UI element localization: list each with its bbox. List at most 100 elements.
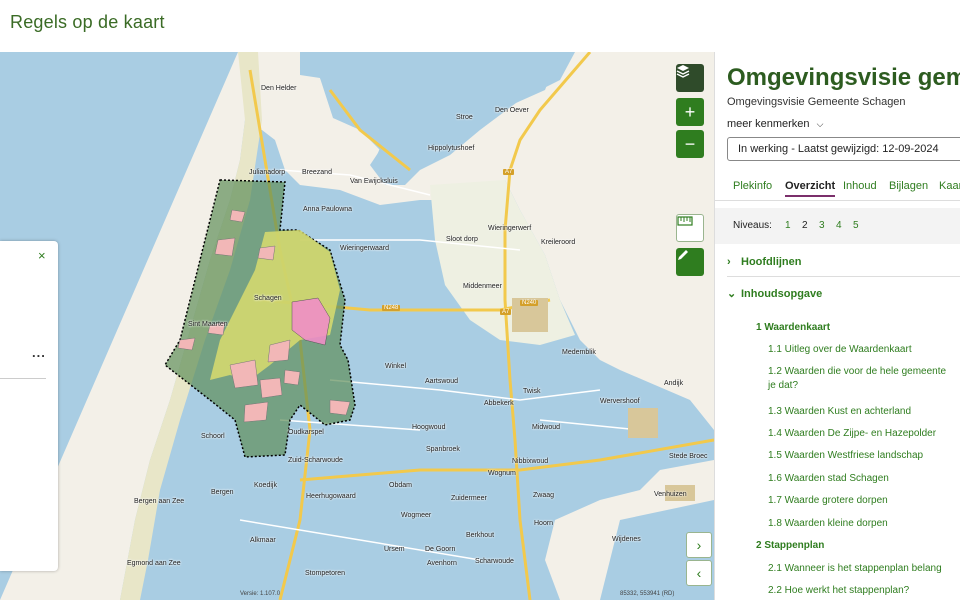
place-label: Venhuizen (654, 491, 687, 498)
divider (727, 276, 960, 277)
next-button[interactable]: › (686, 532, 712, 558)
place-label: Aartswoud (425, 378, 459, 385)
place-label: Bergen (211, 489, 234, 496)
level-4[interactable]: 4 (836, 220, 842, 231)
place-label: Obdam (389, 482, 412, 489)
more-characteristics-label: meer kenmerken (727, 118, 810, 130)
tab-plekinfo[interactable]: Plekinfo (733, 180, 772, 192)
tab-bijlagen[interactable]: Bijlagen (889, 180, 928, 192)
measure-button[interactable] (676, 214, 704, 242)
prev-button[interactable]: ‹ (686, 560, 712, 586)
toc-item[interactable]: 2.2 Hoe werkt het stappenplan? (768, 584, 909, 598)
document-panel: Omgevingsvisie gemeen Omgevingsvisie Gem… (714, 52, 960, 600)
toc-item[interactable]: 2.1 Wanneer is het stappenplan belang (768, 562, 942, 576)
pencil-icon (678, 250, 688, 260)
place-label: Sloot dorp (446, 236, 478, 243)
toc-item[interactable]: 1.4 Waarden De Zijpe- en Hazepolder (768, 427, 936, 441)
toc-item[interactable]: 1.7 Waarde grotere dorpen (768, 494, 888, 508)
chevron-left-icon: ‹ (696, 565, 702, 581)
place-label: Stroe (456, 114, 473, 121)
place-label: Nibbixwoud (512, 458, 549, 465)
place-label: Winkel (385, 363, 407, 370)
toc-heading[interactable]: 2 Stappenplan (756, 540, 824, 551)
level-3[interactable]: 3 (819, 220, 825, 231)
map-viewer[interactable]: Den Helder Stroe Den Oever Hippolytushoe… (0, 52, 714, 600)
place-label: Kreileroord (541, 239, 576, 246)
toc-item[interactable]: 1.1 Uitleg over de Waardenkaart (768, 343, 912, 357)
place-label: Hoorn (534, 520, 554, 527)
tab-overzicht[interactable]: Overzicht (785, 180, 836, 197)
place-label: Middenmeer (463, 283, 502, 290)
tab-inhoud[interactable]: Inhoud (843, 180, 877, 192)
place-label: Den Oever (495, 107, 529, 114)
more-options-button[interactable]: ... (32, 345, 46, 360)
place-label: Abbekerk (484, 400, 514, 407)
toc-item-continued[interactable]: je dat? (768, 379, 798, 393)
document-subtitle: Omgevingsvisie Gemeente Schagen (727, 96, 906, 108)
level-2[interactable]: 2 (802, 220, 808, 231)
version-label: Versie: 1.107.0 (240, 591, 281, 597)
place-label: Sint Maarten (188, 321, 228, 328)
place-label: Medemblik (562, 349, 596, 356)
place-label: Zwaag (533, 492, 555, 499)
layers-button[interactable] (676, 64, 704, 92)
place-label: Andijk (664, 380, 684, 387)
place-label: Twisk (523, 388, 541, 395)
document-title: Omgevingsvisie gemeen (727, 64, 960, 91)
place-label: Koedijk (254, 482, 277, 489)
place-label: Breezand (302, 169, 332, 176)
place-label: Wieringerwaard (340, 245, 390, 252)
place-label: Oudkarspel (288, 429, 324, 436)
toc-item[interactable]: 1.5 Waarden Westfriese landschap (768, 449, 923, 463)
chevron-down-icon: ⌵ (816, 119, 824, 129)
divider (0, 378, 46, 379)
zoom-in-button[interactable]: + (676, 98, 704, 126)
road-number: A7 (500, 309, 512, 315)
toc-item[interactable]: 1.6 Waarden stad Schagen (768, 472, 889, 486)
layers-icon (676, 65, 690, 78)
plus-icon: + (684, 101, 696, 122)
place-label: Julianadorp (249, 169, 286, 176)
place-label: Midwoud (532, 424, 561, 431)
toc-item[interactable]: 1.8 Waarden kleine dorpen (768, 517, 888, 531)
section-inhoudsopgave[interactable]: ⌄ Inhoudsopgave (727, 287, 960, 300)
level-1[interactable]: 1 (785, 220, 791, 231)
level-5[interactable]: 5 (853, 220, 859, 231)
section-hoofdlijnen[interactable]: › Hoofdlijnen (727, 256, 960, 268)
draw-button[interactable] (676, 248, 704, 276)
place-label: Berkhout (466, 532, 495, 539)
top-bar: Regels op de kaart (0, 0, 960, 52)
close-icon[interactable]: × (38, 248, 46, 263)
tab-kaart[interactable]: Kaart (939, 180, 960, 192)
place-label: Egmond aan Zee (127, 560, 181, 567)
road-number: N248 (382, 305, 401, 311)
coordinates-label: 85332, 553941 (RD) (620, 591, 675, 597)
place-label: Zuid-Scharwoude (288, 457, 343, 464)
place-label: Heerhugowaard (306, 493, 356, 500)
place-label: De Goorn (425, 546, 456, 553)
place-label: Hippolytushoef (428, 145, 475, 152)
place-label: Wervershoof (600, 398, 640, 405)
place-label: Schagen (254, 295, 282, 302)
toc-item[interactable]: 1.2 Waarden die voor de hele gemeente (768, 365, 946, 379)
section-label: Hoofdlijnen (741, 256, 802, 268)
toc-heading[interactable]: 1 Waardenkaart (756, 322, 830, 333)
place-label: Scharwoude (475, 558, 514, 565)
levels-label: Niveaus: (733, 220, 772, 231)
place-label: Avenhorn (427, 560, 457, 567)
more-characteristics-toggle[interactable]: meer kenmerken ⌵ (727, 118, 823, 130)
toc-item[interactable]: 1.3 Waarden Kust en achterland (768, 405, 911, 419)
place-label: Van Ewijcksluis (350, 178, 398, 185)
chevron-right-icon: › (727, 256, 731, 268)
minus-icon: − (684, 133, 696, 154)
chevron-right-icon: › (696, 537, 702, 553)
chevron-down-icon: ⌄ (727, 288, 737, 300)
page-title: Regels op de kaart (10, 12, 165, 32)
levels-bar: Niveaus: 1 2 3 4 5 (715, 208, 960, 244)
place-label: Zuidermeer (451, 495, 487, 502)
version-select[interactable]: In werking - Laatst gewijzigd: 12-09-202… (727, 137, 960, 161)
info-side-panel: × ... (0, 241, 58, 571)
zoom-out-button[interactable]: − (676, 130, 704, 158)
section-label: Inhoudsopgave (741, 288, 823, 300)
tab-bar: Plekinfo Overzicht Inhoud Bijlagen Kaart (715, 178, 960, 201)
